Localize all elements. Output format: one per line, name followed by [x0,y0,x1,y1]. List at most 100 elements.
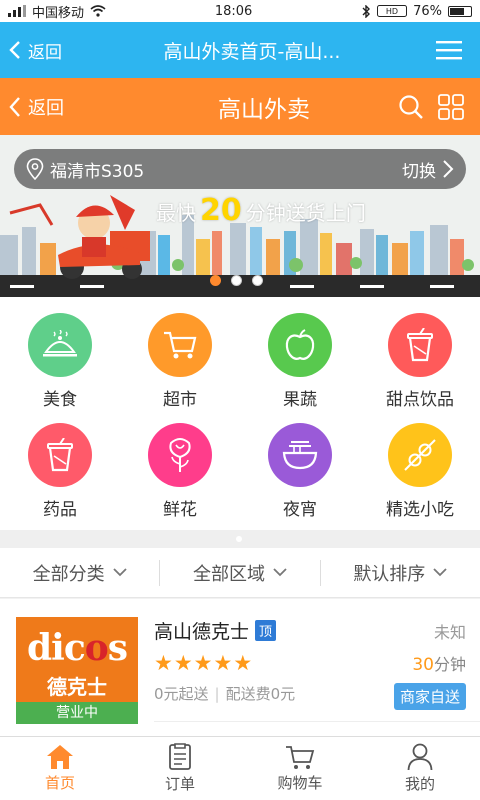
slogan-suffix: 分钟送货上门 [245,201,366,225]
delivery-time-unit: 分钟 [433,655,466,674]
cup-icon [407,328,433,362]
chevron-down-icon [113,568,127,577]
filter-label: 全部分类 [32,563,105,585]
location-pin-icon [26,158,44,180]
category-icon-bg [148,423,212,487]
app-back-label: 返回 [28,97,64,119]
star-icon: ★ [213,651,234,675]
order-icon [169,743,191,770]
tab-orders[interactable]: 订单 [120,737,240,800]
filter-bar: 全部分类 全部区域 默认排序 [0,548,480,598]
banner-dot[interactable] [231,275,242,286]
top-tag-badge: 顶 [255,620,277,641]
tab-profile[interactable]: 我的 [360,737,480,800]
app-back-button[interactable]: 返回 [0,94,110,120]
category-icon-bg [268,423,332,487]
grid-icon[interactable] [438,93,464,120]
home-icon [47,745,73,769]
menu-button[interactable] [418,40,480,60]
app-header: 返回 高山外卖 [0,78,480,135]
browser-back-label: 返回 [28,42,62,63]
volte-icon: HD [377,5,408,17]
filter-label: 全部区域 [192,563,265,585]
rose-icon [169,438,191,472]
category-icon-bg [28,313,92,377]
chevron-right-icon [443,160,454,178]
filter-category[interactable]: 全部分类 [0,560,159,586]
location-bar[interactable]: 福清市S305 切换 [14,149,466,189]
category-desserts-drinks[interactable]: 甜点饮品 [360,313,480,413]
category-label: 美食 [43,390,77,410]
bluetooth-icon [362,4,371,18]
category-label: 鲜花 [163,500,197,520]
hamburger-icon [436,41,462,60]
category-grid: 美食 超市 果蔬 甜点饮品 药品 鲜花 夜宵 精选小吃 [0,297,480,530]
delivery-time-value: 30 [412,655,434,675]
delivery-time: 30分钟 [412,651,466,675]
category-label: 甜点饮品 [386,390,454,410]
category-fruit-veg[interactable]: 果蔬 [240,313,360,413]
browser-back-button[interactable]: 返回 [0,38,90,63]
category-label: 药品 [43,500,77,520]
tab-label: 我的 [404,775,435,793]
browser-header: 返回 高山外卖首页-高山... [0,22,480,78]
slogan-number: 20 [200,193,242,228]
filter-sort[interactable]: 默认排序 [321,560,480,586]
bottom-tab-bar: 首页 订单 购物车 我的 [0,736,480,800]
wifi-icon [90,5,106,17]
header-actions [398,93,480,120]
category-icon-bg [268,313,332,377]
switch-location-button[interactable]: 切换 [402,157,454,182]
chevron-down-icon [433,568,447,577]
browser-title: 高山外卖首页-高山... [163,40,341,63]
filter-area[interactable]: 全部区域 [160,560,319,586]
category-supermarket[interactable]: 超市 [120,313,240,413]
cart-icon [286,746,315,769]
search-icon[interactable] [398,94,424,120]
noodle-icon [282,441,318,470]
delivery-fee: 配送费0元 [225,685,296,703]
food-cover-icon [43,330,77,357]
banner-dot[interactable] [252,275,263,286]
app-title: 高山外卖 [218,96,310,123]
category-icon-bg [388,423,452,487]
status-time: 18:06 [214,3,253,19]
category-snacks[interactable]: 精选小吃 [360,423,480,523]
shop-list-item[interactable]: dicos 德克士 营业中 高山德克士 顶 ★★★★★ 0元起送 | 配送费0元 未… [0,599,480,736]
shop-name: 高山德克士 [154,621,250,643]
delivery-type-badge: 商家自送 [393,683,466,710]
svg-text:HD: HD [386,7,398,16]
category-icon-bg [388,313,452,377]
status-right: HD 76% [361,4,472,19]
category-icon-bg [28,423,92,487]
category-medicine[interactable]: 药品 [0,423,120,523]
promo-banner[interactable]: 福清市S305 切换 最快 20 分钟送货上门 [0,135,480,297]
shop-name-row: 高山德克士 顶 [154,617,277,644]
shop-logo-cn: 德克士 [47,675,107,699]
banner-dot[interactable] [210,275,221,286]
star-icon: ★ [173,651,194,675]
carrier-text: 中国移动 [32,5,85,21]
location-text: 福清市S305 [50,161,145,182]
tab-label: 订单 [164,775,195,793]
star-icon: ★ [233,651,254,675]
tab-label: 购物车 [277,774,323,792]
category-label: 果蔬 [283,390,317,410]
category-flowers[interactable]: 鲜花 [120,423,240,523]
shop-logo-text: dicos [26,627,128,669]
min-order: 0元起送 [154,685,209,703]
category-late-night[interactable]: 夜宵 [240,423,360,523]
banner-pagination [210,275,263,286]
tab-cart[interactable]: 购物车 [240,737,360,800]
star-icon: ★ [193,651,214,675]
skewer-icon [404,439,436,471]
signal-icon [8,5,26,17]
tab-home[interactable]: 首页 [0,737,120,800]
banner-slogan: 最快 20 分钟送货上门 [156,193,366,228]
category-pagination [0,530,480,548]
status-left: 中国移动 [8,2,106,21]
category-food[interactable]: 美食 [0,313,120,413]
divider [154,721,480,722]
category-page-dot[interactable] [236,536,242,542]
open-status-badge: 营业中 [16,702,138,724]
